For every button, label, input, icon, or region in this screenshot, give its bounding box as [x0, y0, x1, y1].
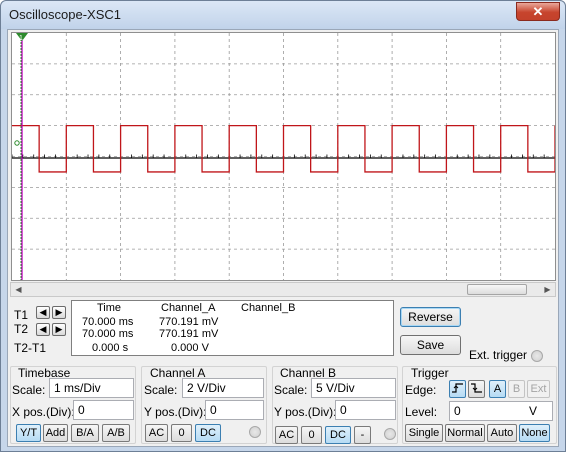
channel-b-scale-label: Scale: — [274, 383, 308, 397]
readout-t2-channel-a: 770.191 mV — [159, 328, 219, 340]
channel-a-coupling-ac[interactable]: AC — [145, 424, 168, 442]
channel-a-terminal-icon[interactable] — [249, 426, 261, 438]
channel-b-invert[interactable]: - — [354, 426, 371, 444]
cursor-diff-label: T2-T1 — [14, 341, 47, 355]
readout-diff-time: 0.000 s — [92, 342, 129, 354]
trigger-source-a[interactable]: A — [489, 380, 506, 398]
timebase-mode-a-b[interactable]: A/B — [102, 424, 130, 442]
cursor-t2-label: T2 — [14, 322, 29, 336]
readout-t1-channel-a: 770.191 mV — [159, 316, 219, 328]
timebase-xpos-input[interactable]: 0 — [73, 400, 134, 420]
scroll-left-icon[interactable]: ◀ — [11, 283, 26, 296]
trigger-mode-auto[interactable]: Auto — [487, 424, 517, 442]
falling-edge-icon[interactable] — [468, 380, 485, 398]
title-bar[interactable]: Oscilloscope-XSC1 ✕ — [1, 1, 565, 29]
ext-trigger-terminal-icon[interactable] — [531, 350, 543, 362]
scroll-right-icon[interactable]: ▶ — [540, 283, 555, 296]
trigger-source-ext[interactable]: Ext — [527, 380, 550, 398]
timebase-mode-b-a[interactable]: B/A — [71, 424, 99, 442]
t1-left-arrow-icon[interactable]: ◀ — [36, 306, 50, 319]
close-button[interactable]: ✕ — [516, 2, 560, 21]
channel-b-terminal-icon[interactable] — [384, 428, 396, 440]
oscilloscope-window: Oscilloscope-XSC1 ✕ 1 ◀ ▶ T1 ◀ ▶ T2 ◀ ▶ … — [0, 0, 566, 452]
trigger-level-value: 0 — [454, 404, 461, 418]
trigger-edge-label: Edge: — [405, 383, 437, 397]
channel-b-ypos-input[interactable]: 0 — [335, 400, 396, 420]
t1-right-arrow-icon[interactable]: ▶ — [52, 306, 66, 319]
scope-display: 1 — [11, 33, 556, 280]
channel-a-scale-label: Scale: — [144, 383, 178, 397]
readout-diff-channel-a: 0.000 V — [171, 342, 209, 354]
trigger-level-label: Level: — [405, 405, 438, 419]
save-button[interactable]: Save — [400, 335, 461, 355]
trigger-mode-single[interactable]: Single — [405, 424, 443, 442]
trigger-level-unit: V — [529, 404, 538, 418]
timebase-scale-input[interactable]: 1 ms/Div — [49, 378, 134, 398]
readout-header-channel-b: Channel_B — [241, 302, 296, 314]
ext-trigger-label: Ext. trigger — [469, 348, 528, 362]
measurement-readout: Time Channel_A Channel_B 70.000 ms 770.1… — [71, 300, 394, 356]
trigger-level-input[interactable]: 0 V — [449, 401, 553, 421]
trigger-source-b[interactable]: B — [508, 380, 525, 398]
channel-a-coupling-dc[interactable]: DC — [195, 424, 221, 442]
readout-header-time: Time — [97, 302, 122, 314]
window-title: Oscilloscope-XSC1 — [9, 7, 121, 22]
cursor-t1-label: T1 — [14, 308, 29, 322]
readout-t2-time: 70.000 ms — [82, 328, 134, 340]
channel-b-ypos-label: Y pos.(Div): — [274, 405, 337, 419]
ground-marker-icon — [14, 140, 20, 146]
timebase-scale-label: Scale: — [12, 383, 46, 397]
cursor-marker-label: 1 — [19, 35, 23, 42]
t2-left-arrow-icon[interactable]: ◀ — [36, 323, 50, 336]
channel-b-coupling-dc[interactable]: DC — [325, 426, 351, 444]
timebase-mode-add[interactable]: Add — [43, 424, 68, 442]
cursor-controls: T1 ◀ ▶ T2 ◀ ▶ T2-T1 — [11, 300, 69, 356]
channel-b-coupling-ac[interactable]: AC — [275, 426, 298, 444]
rising-edge-icon[interactable] — [449, 380, 466, 398]
channel-a-ypos-label: Y pos.(Div): — [144, 405, 207, 419]
channel-a-coupling-zero[interactable]: 0 — [171, 424, 192, 442]
channel-a-trace — [12, 124, 556, 173]
timebase-xpos-label: X pos.(Div): — [12, 405, 75, 419]
trigger-mode-none[interactable]: None — [519, 424, 550, 442]
t2-right-arrow-icon[interactable]: ▶ — [52, 323, 66, 336]
channel-a-scale-input[interactable]: 2 V/Div — [182, 378, 264, 398]
client-area: 1 ◀ ▶ T1 ◀ ▶ T2 ◀ ▶ T2-T1 Time Channel_A… — [7, 29, 559, 447]
trigger-mode-normal[interactable]: Normal — [445, 424, 485, 442]
scope-screen[interactable]: 1 — [11, 32, 556, 281]
channel-a-ypos-input[interactable]: 0 — [205, 400, 264, 420]
timebase-mode-yt[interactable]: Y/T — [16, 424, 41, 442]
reverse-button[interactable]: Reverse — [400, 307, 461, 327]
readout-header-channel-a: Channel_A — [161, 302, 216, 314]
readout-t1-time: 70.000 ms — [82, 316, 134, 328]
trigger-title: Trigger — [411, 366, 449, 380]
channel-b-scale-input[interactable]: 5 V/Div — [311, 378, 396, 398]
horizontal-scrollbar[interactable]: ◀ ▶ — [10, 282, 556, 297]
channel-b-coupling-zero[interactable]: 0 — [301, 426, 322, 444]
scroll-thumb[interactable] — [467, 284, 527, 295]
